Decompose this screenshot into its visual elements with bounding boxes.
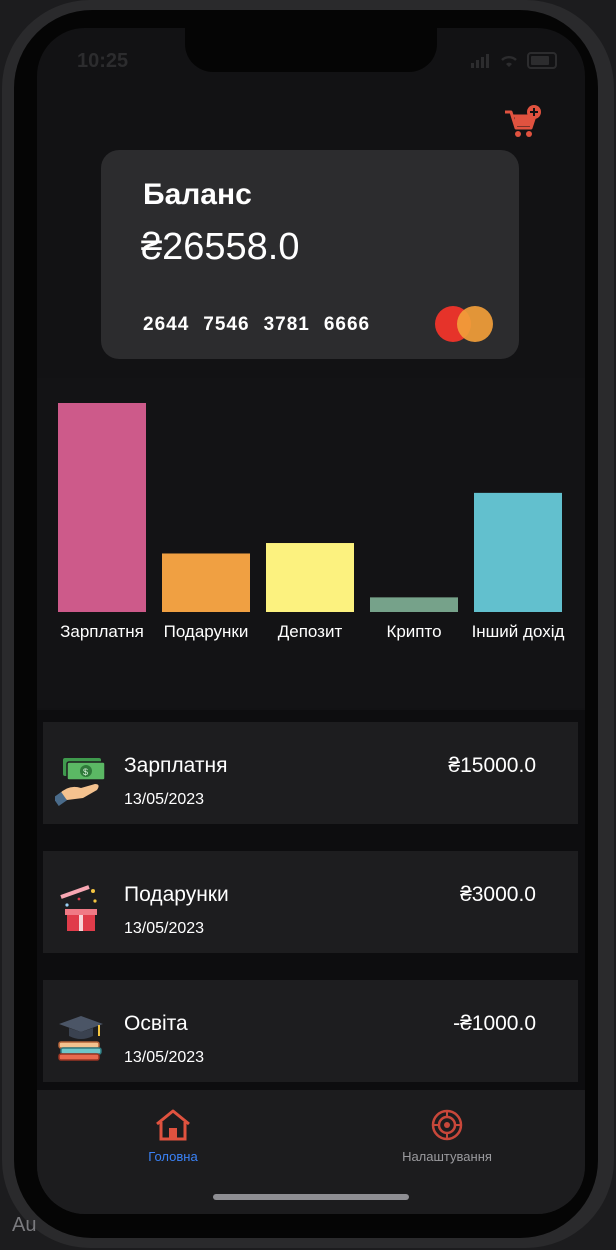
add-to-cart-button[interactable] [503,104,543,140]
card-number-group: 2644 [143,314,190,335]
chart-bar [370,597,458,612]
transaction-amount: ₴15000.0 [448,754,536,777]
chart-category-label: Інший дохід [471,622,565,641]
status-time: 10:25 [77,50,129,72]
transaction-title: Освіта [124,1012,188,1035]
transaction-title: Зарплатня [124,754,228,777]
notch [185,28,437,72]
transaction-item[interactable]: Освіта 13/05/2023 -₴1000.0 [43,980,578,1082]
gift-box-icon [55,883,107,935]
card-number-group: 6666 [323,314,371,335]
tab-settings[interactable]: Налаштування [377,1108,517,1164]
balance-amount: ₴26558.0 [141,226,300,268]
card-number-group: 3781 [263,314,310,335]
income-chart [37,378,585,708]
chart-bar [266,543,354,612]
svg-text:$: $ [83,767,88,777]
signal-icon [471,53,489,68]
transaction-amount: -₴1000.0 [453,1012,536,1035]
chart-bar [58,403,146,612]
transaction-date: 13/05/2023 [124,920,205,937]
transaction-amount: ₴3000.0 [460,883,536,906]
tab-settings-label: Налаштування [402,1149,492,1164]
chart-category-label: Подарунки [163,622,249,641]
chart-category-label: Зарплатня [60,622,144,641]
card-number: 2644 7546 3781 6666 [143,314,370,336]
app-screen: 10:25 Баланс ₴26558.0 2644 7546 3781 666… [37,28,585,1214]
chart-category-label: Депозит [277,622,343,641]
transaction-item[interactable]: $ Зарплатня 13/05/2023 ₴15000.0 [43,722,578,824]
transaction-title: Подарунки [124,883,229,906]
home-icon [156,1109,190,1141]
transactions-list[interactable]: $ Зарплатня 13/05/2023 ₴15000.0 Подарунк… [37,710,585,1090]
settings-gear-icon [431,1109,463,1141]
edge-text: Au [12,1214,37,1236]
status-icons [471,52,557,69]
card-number-group: 7546 [203,314,250,335]
income-bar-chart [58,403,562,612]
battery-icon [527,52,557,69]
mastercard-logo-icon [435,306,495,344]
home-indicator[interactable] [213,1194,409,1200]
wifi-icon [501,55,517,67]
transaction-date: 13/05/2023 [124,791,205,808]
graduation-books-icon [55,1012,107,1064]
balance-card[interactable]: Баланс ₴26558.0 2644 7546 3781 6666 [101,150,519,359]
balance-title: Баланс [143,178,252,211]
chart-bar [474,492,562,612]
transaction-item[interactable]: Подарунки 13/05/2023 ₴3000.0 [43,851,578,953]
cart-plus-icon [505,105,541,137]
tab-home-label: Головна [148,1149,198,1164]
chart-category-label: Крипто [386,622,442,641]
tab-home[interactable]: Головна [103,1108,243,1164]
chart-bar [162,553,250,612]
salary-money-hand-icon: $ [53,754,107,806]
transaction-date: 13/05/2023 [124,1049,205,1066]
